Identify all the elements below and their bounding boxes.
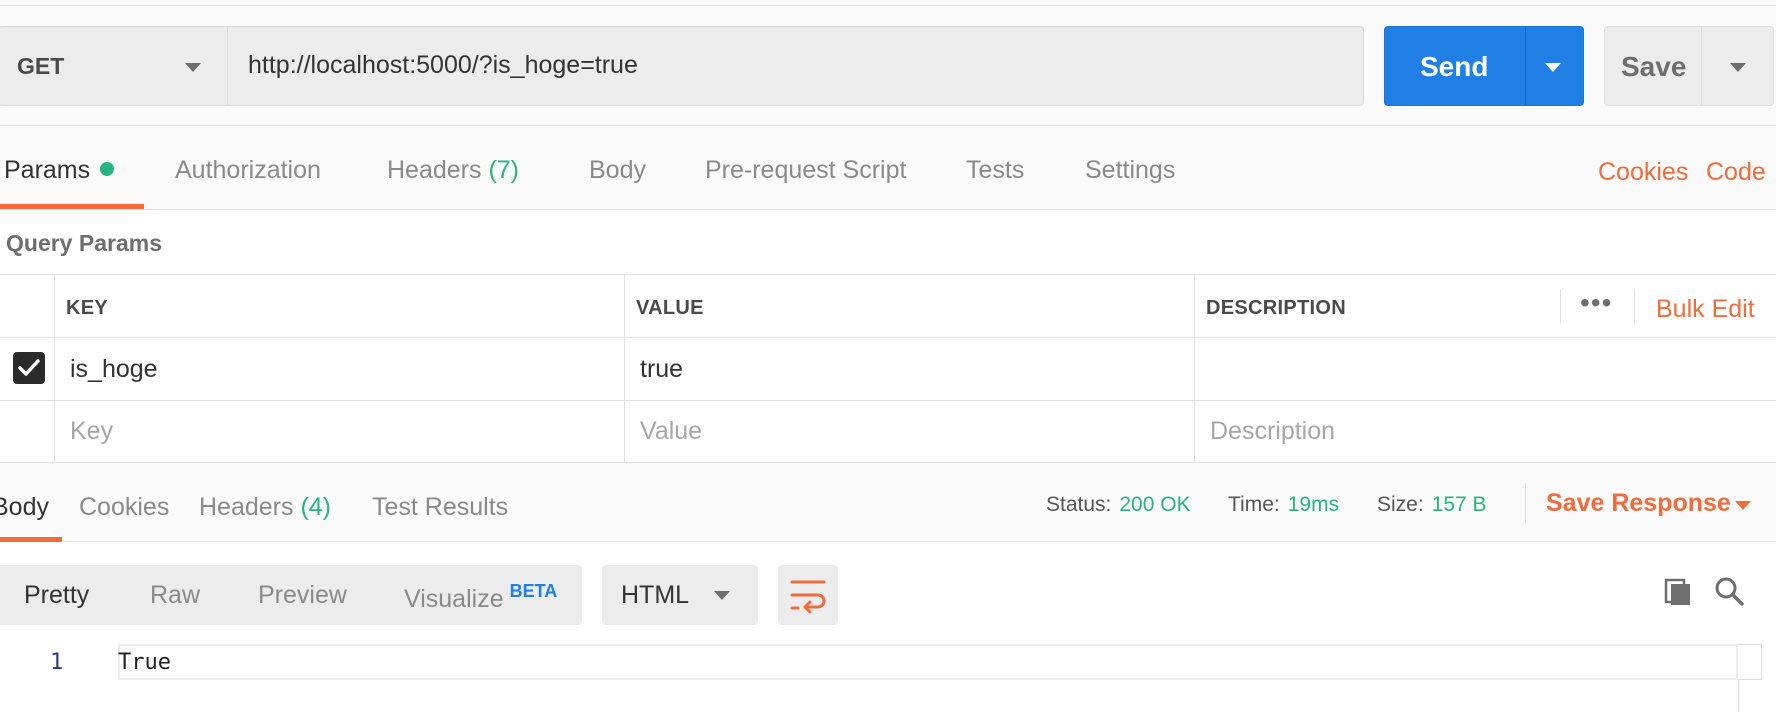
tab-body-label: Body [589,156,646,184]
tab-tests-label: Tests [966,156,1025,184]
language-select[interactable]: HTML [602,565,758,625]
bulk-edit-link[interactable]: Bulk Edit [1656,295,1755,324]
query-params-title: Query Params [6,230,162,256]
header-divider [1634,289,1635,323]
save-button[interactable]: Save [1604,26,1774,106]
tab-tests[interactable]: Tests [966,156,1024,185]
response-tab-headers-count: (4) [300,493,332,521]
checkmark-icon [18,359,40,376]
time-value: 19ms [1287,493,1340,516]
param-value-cell[interactable]: true [640,355,683,384]
size-value: 157 B [1431,493,1487,516]
search-icon[interactable] [1713,575,1745,612]
response-tab-headers[interactable]: Headers (4) [199,493,331,522]
response-tab-body-label: Body [0,493,49,521]
save-response-chevron-icon[interactable] [1735,501,1751,510]
active-response-tab-indicator [0,537,62,542]
active-line-highlight [118,644,1738,680]
request-tabs: Params Authorization Headers (7) Body Pr… [0,126,1776,210]
wrap-lines-icon [790,580,826,614]
response-tab-body[interactable]: Body [0,493,49,522]
time-label: Time: [1228,493,1280,516]
response-tab-test-results-label: Test Results [372,493,509,521]
language-label: HTML [621,581,690,609]
send-divider [1525,27,1526,105]
response-tab-cookies-label: Cookies [79,493,170,521]
tab-headers-label: Headers [387,156,482,184]
tab-params-label: Params [4,156,91,184]
response-bar: Body Cookies Headers (4) Test Results St… [0,462,1776,542]
response-body-text: True [118,650,171,675]
column-header-description: DESCRIPTION [1206,297,1346,319]
param-enabled-checkbox[interactable] [13,352,45,384]
tab-settings-label: Settings [1085,156,1176,184]
send-label: Send [1420,51,1489,82]
header-divider [1560,289,1561,323]
format-toggle-group: Pretty Raw Preview Visualize BETA [0,565,582,625]
send-options-chevron-icon[interactable] [1545,63,1561,72]
tab-pre-request-script-label: Pre-request Script [705,156,907,184]
save-options-chevron-icon[interactable] [1730,63,1746,72]
send-button[interactable]: Send [1384,26,1584,106]
column-header-key: KEY [66,297,109,319]
request-bar: GET http://localhost:5000/?is_hoge=true … [0,6,1776,126]
method-select[interactable]: GET [0,26,227,106]
format-visualize-label: Visualize [404,585,504,613]
save-divider [1701,27,1702,105]
chevron-down-icon [714,591,730,600]
save-label: Save [1621,51,1687,82]
param-key-cell[interactable]: is_hoge [70,355,158,384]
status-readout: Status: 200 OK [1046,493,1191,517]
response-tab-test-results[interactable]: Test Results [372,493,508,522]
url-text: http://localhost:5000/?is_hoge=true [248,51,638,79]
tab-body[interactable]: Body [589,156,646,185]
column-divider [54,275,55,463]
chevron-down-icon [185,63,201,72]
url-input[interactable]: http://localhost:5000/?is_hoge=true [227,26,1364,106]
format-preview[interactable]: Preview [258,581,347,610]
cookies-link[interactable]: Cookies [1598,158,1688,187]
tab-params[interactable]: Params [4,156,115,185]
tab-headers[interactable]: Headers (7) [387,156,519,185]
scrollbar-track [1738,680,1739,712]
new-key-input[interactable]: Key [70,417,113,446]
tab-settings[interactable]: Settings [1085,156,1175,185]
format-pretty[interactable]: Pretty [24,581,89,610]
column-header-value: VALUE [636,297,704,319]
column-divider [624,275,625,463]
active-tab-indicator [0,204,144,209]
tab-pre-request-script[interactable]: Pre-request Script [705,156,906,185]
status-value: 200 OK [1119,493,1191,516]
line-number: 1 [50,650,64,675]
response-tab-headers-label: Headers [199,493,294,521]
tab-headers-count: (7) [488,156,520,184]
wrap-lines-button[interactable] [778,565,838,625]
method-label: GET [17,53,65,79]
row-divider [0,400,1776,401]
size-readout: Size: 157 B [1377,493,1487,517]
column-divider [1194,275,1195,463]
copy-icon[interactable] [1663,577,1693,612]
beta-badge: BETA [509,581,558,601]
new-description-input[interactable]: Description [1210,417,1335,446]
status-label: Status: [1046,493,1112,516]
param-description-cell[interactable] [1210,355,1750,385]
response-divider [1525,483,1526,523]
format-visualize[interactable]: Visualize BETA [404,581,557,614]
more-options-icon[interactable]: ••• [1580,287,1612,319]
editor-scrollbar[interactable] [1738,644,1762,680]
params-active-dot-icon [100,162,115,176]
size-label: Size: [1377,493,1424,516]
save-response-button[interactable]: Save Response [1546,489,1731,518]
tab-authorization[interactable]: Authorization [175,156,321,185]
header-row-divider [0,337,1776,338]
response-tab-cookies[interactable]: Cookies [79,493,169,522]
tab-authorization-label: Authorization [175,156,321,184]
format-raw[interactable]: Raw [150,581,200,610]
response-editor[interactable]: 1 True [0,640,1776,712]
time-readout: Time: 19ms [1228,493,1339,517]
code-link[interactable]: Code [1706,158,1766,187]
new-value-input[interactable]: Value [640,417,702,446]
params-table: KEY VALUE DESCRIPTION ••• Bulk Edit is_h… [0,274,1776,463]
